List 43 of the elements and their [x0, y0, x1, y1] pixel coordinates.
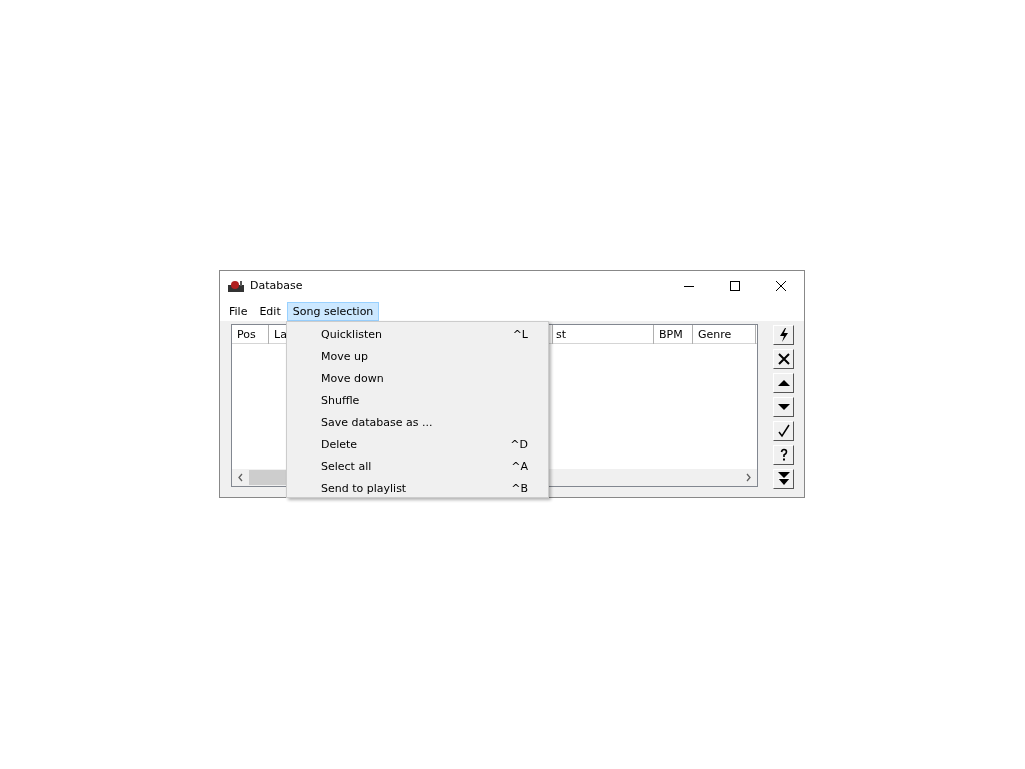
tool-button[interactable] — [773, 325, 794, 345]
menu-entry[interactable]: Delete ^D — [287, 434, 548, 456]
menu-entry-label: Send to playlist — [321, 480, 407, 497]
tool-button[interactable] — [773, 469, 794, 489]
tool-button[interactable] — [773, 397, 794, 417]
menu-entry-label: Quicklisten — [321, 326, 382, 343]
shortcut-label: ^B — [511, 480, 528, 497]
menu-entry[interactable]: Save database as ... — [287, 412, 548, 434]
column-header[interactable]: st — [553, 325, 654, 344]
column-header[interactable]: Genre — [693, 325, 756, 344]
menu-entry-label: Delete — [321, 436, 358, 453]
column-header[interactable]: BPM — [654, 325, 693, 344]
double-down-icon — [776, 472, 791, 486]
close-icon — [776, 352, 791, 366]
menu-entry[interactable]: Select all ^A — [287, 456, 548, 478]
maximize-icon — [730, 281, 740, 291]
scrollbar-thumb[interactable] — [249, 470, 289, 485]
menu-entry-label: Move up — [321, 348, 368, 365]
menu-entry[interactable]: Send to playlist ^B — [287, 478, 548, 497]
menu-entry-label: Select all — [321, 458, 372, 475]
menu-entry[interactable]: Move down — [287, 368, 548, 390]
turntable-icon — [228, 280, 244, 292]
menu-entry-label: Shuffle — [321, 392, 360, 409]
tool-button[interactable] — [773, 373, 794, 393]
menu-entry[interactable]: Move up — [287, 346, 548, 368]
window-title: Database — [250, 277, 303, 294]
menu-item[interactable]: File — [223, 301, 254, 321]
menu-item[interactable]: Edit — [253, 301, 287, 321]
menu-entry-label: Move down — [321, 370, 384, 387]
checkmark-icon — [776, 424, 791, 438]
tool-button[interactable] — [773, 349, 794, 369]
menu-entry-label: Save database as ... — [321, 414, 433, 431]
tool-button[interactable] — [773, 421, 794, 441]
shortcut-label: ^D — [510, 436, 528, 453]
close-icon — [776, 281, 786, 291]
menu-entry[interactable]: Shuffle — [287, 390, 548, 412]
shortcut-label: ^L — [512, 326, 528, 343]
menu-item[interactable]: Song selection — [286, 301, 380, 321]
column-header[interactable]: Pos — [232, 325, 269, 344]
shortcut-label: ^A — [511, 458, 528, 475]
minimize-icon — [684, 285, 694, 287]
tool-button[interactable] — [773, 445, 794, 465]
menu-entry[interactable]: Quicklisten ^L — [287, 324, 548, 346]
